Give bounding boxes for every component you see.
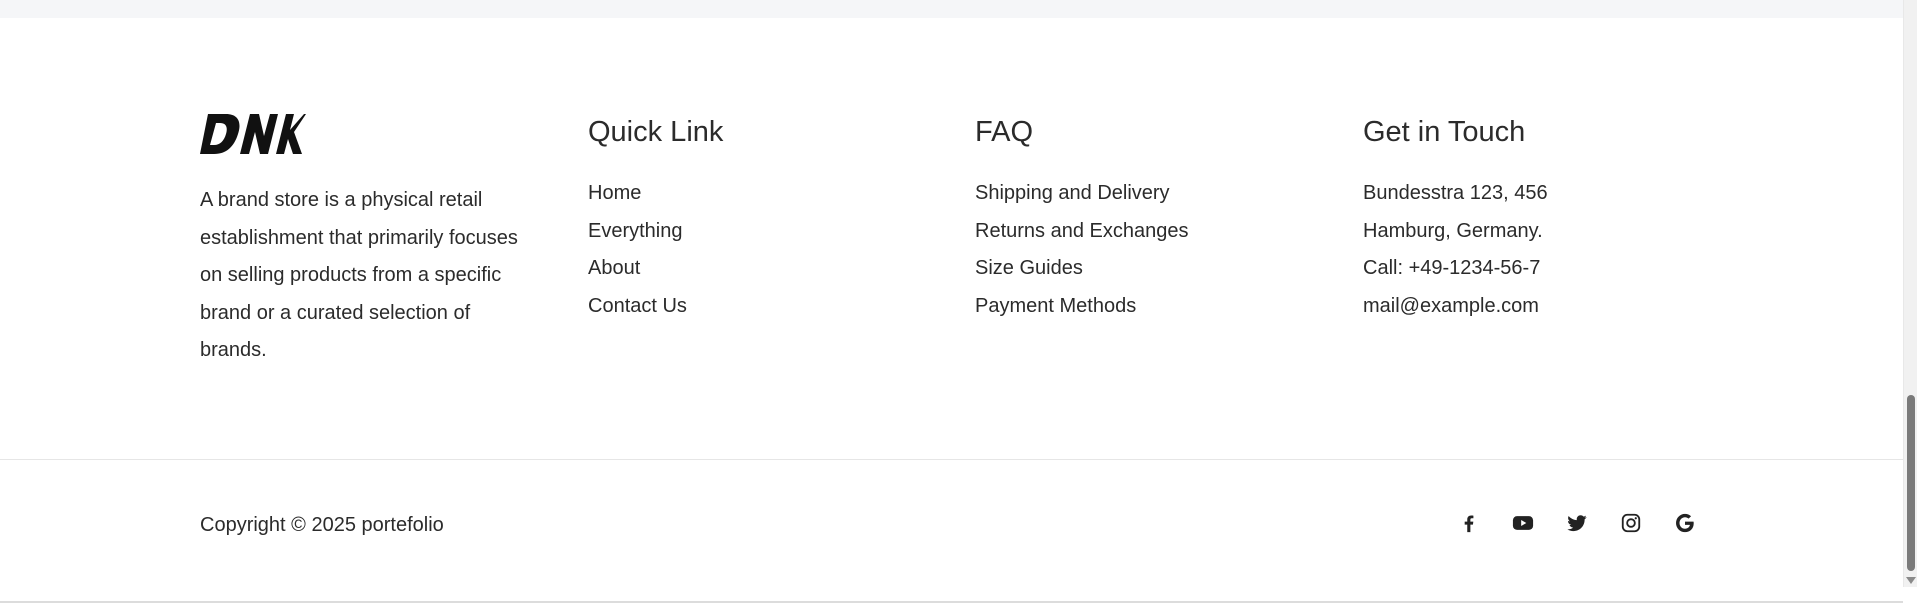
footer-quick-links-column: Quick Link Home Everything About Contact…: [588, 110, 928, 325]
footer-faq-column: FAQ Shipping and Delivery Returns and Ex…: [975, 110, 1315, 325]
footer-divider: [0, 459, 1903, 460]
list-item: Returns and Exchanges: [975, 213, 1315, 251]
list-item: Shipping and Delivery: [975, 175, 1315, 213]
copyright-text: Copyright © 2025 portefolio: [200, 514, 444, 536]
instagram-link[interactable]: [1620, 512, 1642, 534]
quick-link-about[interactable]: About: [588, 257, 640, 279]
scrollbar-thumb[interactable]: [1907, 395, 1915, 571]
faq-link-payment-methods[interactable]: Payment Methods: [975, 295, 1136, 317]
list-item: Home: [588, 175, 928, 213]
brand-description: A brand store is a physical retail estab…: [200, 189, 518, 361]
twitter-link[interactable]: [1566, 512, 1588, 534]
facebook-icon: [1464, 515, 1474, 533]
google-icon: [1676, 513, 1694, 533]
faq-list: Shipping and Delivery Returns and Exchan…: [975, 175, 1315, 325]
youtube-icon: [1512, 516, 1534, 530]
contact-phone: Call: +49-1234-56-7: [1363, 257, 1541, 279]
youtube-link[interactable]: [1512, 512, 1534, 534]
quick-link-everything[interactable]: Everything: [588, 220, 683, 242]
contact-email: mail@example.com: [1363, 288, 1703, 326]
contact-email-link[interactable]: mail@example.com: [1363, 295, 1539, 317]
list-item: About: [588, 250, 928, 288]
faq-link-returns-exchanges[interactable]: Returns and Exchanges: [975, 220, 1188, 242]
contact-list: Bundesstra 123, 456 Hamburg, Germany. Ca…: [1363, 175, 1703, 325]
scroll-down-arrow-icon[interactable]: [1906, 577, 1916, 584]
quick-link-contact-us[interactable]: Contact Us: [588, 295, 687, 317]
vertical-scrollbar[interactable]: [1903, 0, 1917, 587]
footer-contact-column: Get in Touch Bundesstra 123, 456 Hamburg…: [1363, 110, 1703, 325]
quick-links-list: Home Everything About Contact Us: [588, 175, 928, 325]
faq-link-shipping-delivery[interactable]: Shipping and Delivery: [975, 182, 1170, 204]
faq-link-size-guides[interactable]: Size Guides: [975, 257, 1083, 279]
faq-heading: FAQ: [975, 116, 1034, 148]
social-links: [1458, 512, 1696, 534]
list-item: Payment Methods: [975, 288, 1315, 326]
list-item: Contact Us: [588, 288, 928, 326]
instagram-icon: [1621, 513, 1641, 533]
list-item: Size Guides: [975, 250, 1315, 288]
list-item: Everything: [588, 213, 928, 251]
footer-brand-column: A brand store is a physical retail estab…: [200, 110, 540, 370]
quick-link-home[interactable]: Home: [588, 182, 641, 204]
google-link[interactable]: [1674, 512, 1696, 534]
brand-logo[interactable]: [200, 112, 306, 156]
facebook-link[interactable]: [1458, 512, 1480, 534]
contact-address-line-1: Bundesstra 123, 456: [1363, 182, 1548, 204]
contact-heading: Get in Touch: [1363, 116, 1526, 148]
top-strip: [0, 0, 1903, 18]
contact-address-line-2: Hamburg, Germany.: [1363, 219, 1543, 242]
quick-links-heading: Quick Link: [588, 116, 724, 148]
site-footer: A brand store is a physical retail estab…: [0, 18, 1903, 603]
twitter-icon: [1567, 515, 1587, 532]
